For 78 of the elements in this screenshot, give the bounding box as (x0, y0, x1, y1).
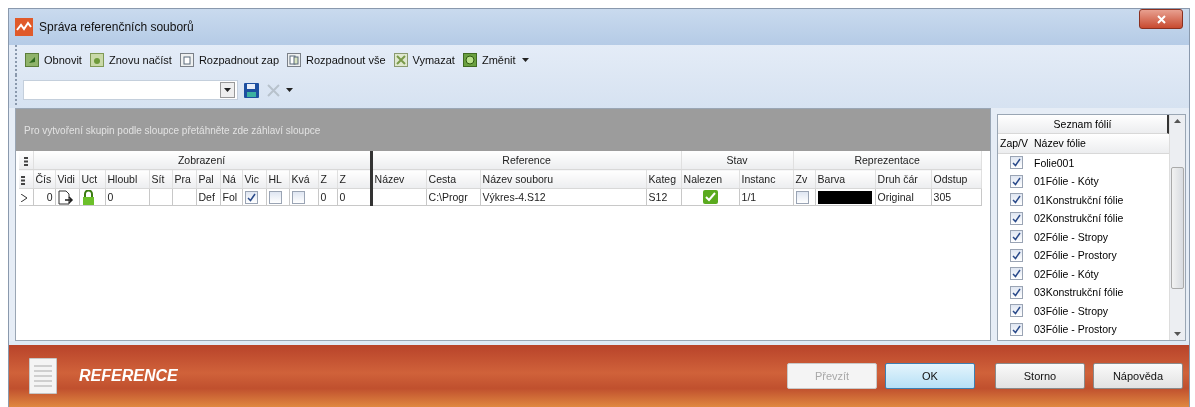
cross-icon (393, 53, 408, 67)
checkbox[interactable] (1009, 193, 1023, 207)
column-chooser-icon[interactable] (21, 175, 25, 185)
table-cell: Original (875, 188, 932, 206)
toolbar-button[interactable]: Rozpadnout vše (285, 51, 388, 69)
column-header[interactable]: Název fólie (1034, 137, 1086, 150)
checkbox[interactable] (1009, 156, 1023, 170)
layer-name[interactable]: 02Fólie - Stropy (1034, 230, 1109, 243)
table-cell: 0 (318, 188, 337, 206)
document-icon (29, 358, 57, 394)
save-button[interactable] (242, 80, 261, 100)
layer-name[interactable]: 02Fólie - Prostory (1034, 249, 1117, 262)
band-header: Reprezentace (793, 151, 982, 170)
layer-name[interactable]: 02Fólie - Kóty (1034, 267, 1099, 280)
checkbox[interactable] (1009, 174, 1023, 188)
document-arrow-icon (57, 189, 74, 205)
checkbox[interactable] (1009, 267, 1023, 281)
table-cell: 305 (931, 188, 982, 206)
layer-name[interactable]: 03Fólie - Prostory (1034, 323, 1117, 336)
table-cell: 0 (33, 188, 55, 206)
column-header[interactable]: Zap/V (998, 137, 1034, 150)
group-by-panel-hint: Pro vytvoření skupin podle sloupce přetáhněte zde záhlaví sloupce (16, 109, 990, 151)
checkbox[interactable] (244, 190, 258, 204)
table-cell: C:\Progr (426, 188, 481, 206)
table-cell: Výkres-4.S12 (480, 188, 647, 206)
scrollbar-thumb[interactable] (1171, 166, 1184, 289)
checkbox[interactable] (1009, 211, 1023, 225)
checkbox[interactable] (1009, 285, 1023, 299)
color-swatch[interactable] (817, 190, 872, 204)
scroll-down-arrow-icon[interactable] (1174, 332, 1181, 336)
checkbox[interactable] (1009, 322, 1023, 336)
dropdown-arrow-icon (224, 88, 231, 92)
band-header: Reference (371, 151, 682, 170)
table-cell: Def (196, 188, 220, 206)
layer-name[interactable]: 01Konstrukční fólie (1034, 193, 1124, 206)
section-title: REFERENCE (79, 367, 179, 385)
scroll-up-arrow-icon[interactable] (1174, 119, 1181, 123)
toolbar-button[interactable]: Rozpadnout zap (177, 51, 282, 69)
checkbox[interactable] (1009, 248, 1023, 262)
dialog-button[interactable]: OK (885, 363, 975, 389)
document-icon (179, 53, 194, 67)
overflow-caret-icon[interactable] (521, 58, 529, 62)
toolbar-button[interactable]: Znovu načíst (87, 51, 174, 69)
checkbox[interactable] (291, 190, 305, 204)
layer-name[interactable]: 01Fólie - Kóty (1034, 175, 1099, 188)
layer-name[interactable]: 02Konstrukční fólie (1034, 212, 1124, 225)
layer-name[interactable]: 03Konstrukční fólie (1034, 286, 1124, 299)
app-logo-icon (15, 18, 33, 36)
toolbar-button[interactable]: Změnit (460, 51, 518, 69)
checkbox[interactable] (1009, 304, 1023, 318)
close-icon (1156, 14, 1166, 24)
window-title: Správa referenčních souborů (39, 20, 195, 34)
close-button[interactable] (1139, 9, 1183, 29)
table-cell: S12 (646, 188, 682, 206)
layer-name[interactable]: 03Fólie - Stropy (1034, 304, 1109, 317)
table-cell: 1/1 (739, 188, 794, 206)
overflow-caret-icon[interactable] (286, 88, 293, 92)
layer-name[interactable]: Folie001 (1034, 156, 1075, 169)
table-cell: Fol (220, 188, 242, 206)
toolbar-button[interactable]: Vymazat (391, 51, 457, 69)
dialog-button[interactable]: Storno (995, 363, 1085, 389)
cross-icon (267, 83, 280, 97)
panel-title: Seznam fólií (998, 115, 1169, 134)
row-indicator[interactable] (19, 188, 33, 206)
table-cell: 0 (105, 188, 149, 206)
checkbox[interactable] (795, 190, 809, 204)
vertical-scrollbar[interactable] (1169, 115, 1185, 340)
circle-icon (462, 53, 477, 67)
band-header: Zobrazení (33, 151, 372, 170)
documents-icon (287, 53, 302, 67)
table-cell: 0 (337, 188, 372, 206)
toolbar-button[interactable]: Obnovit (23, 51, 84, 69)
checkbox[interactable] (1009, 230, 1023, 244)
dialog-button[interactable]: Nápověda (1093, 363, 1183, 389)
padlock-icon (81, 189, 95, 205)
column-chooser-icon[interactable] (23, 156, 28, 166)
band-header: Stav (681, 151, 794, 170)
checkbox[interactable] (268, 190, 282, 204)
